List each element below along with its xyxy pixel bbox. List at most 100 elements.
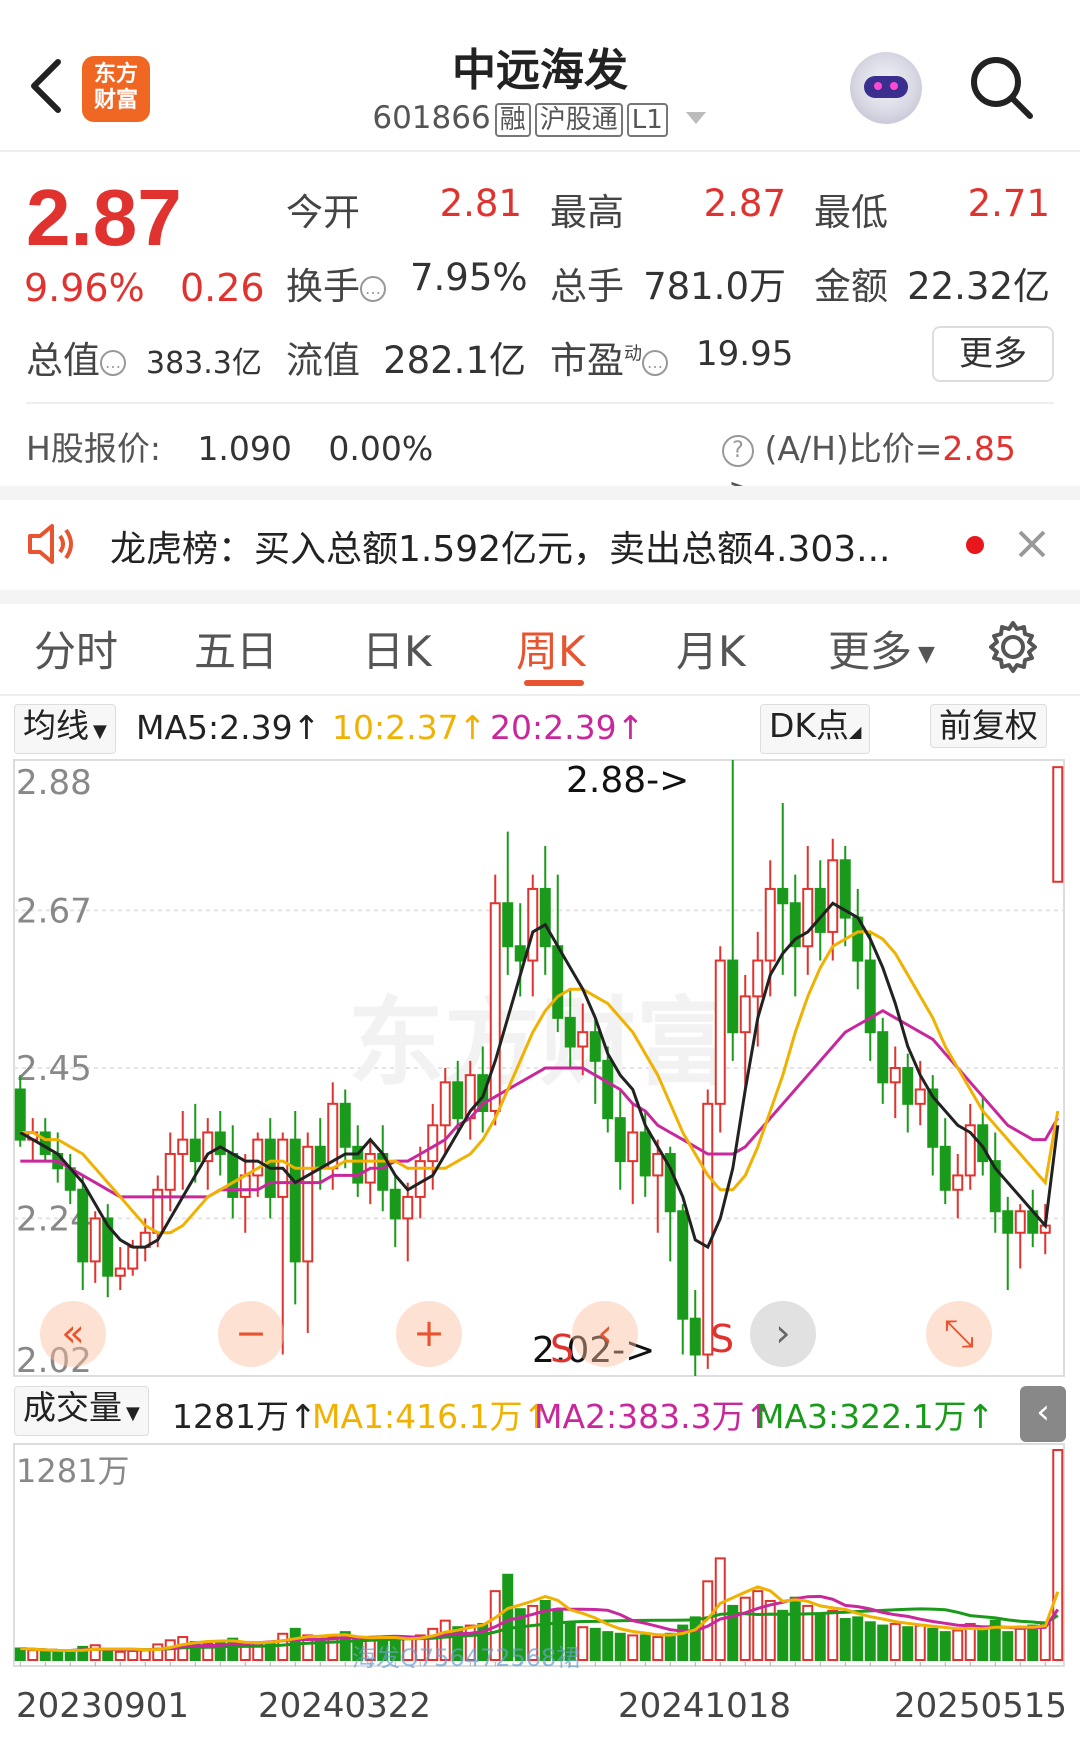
chevron-left-icon: ‹ [597, 1311, 613, 1355]
volume-indicator-selector[interactable]: 成交量 ▼ [14, 1386, 149, 1436]
tag-margin: 融 [494, 103, 531, 137]
dropdown-triangle-icon: ▼ [93, 721, 107, 742]
plus-icon: + [413, 1311, 445, 1355]
mktcap-value: 383.3亿 [146, 346, 262, 381]
volume-bar-up [627, 1634, 639, 1661]
candle-up [527, 887, 539, 962]
info-icon: … [360, 275, 386, 302]
candle-up [1052, 766, 1064, 883]
volume-bar-down [52, 1650, 64, 1662]
candle-up [914, 1088, 926, 1105]
pe-label[interactable]: 市盈动… [550, 330, 668, 384]
candlestick-chart[interactable]: 东方财富 2.882.672.452.242.02 2.88-> 2.02-> … [0, 756, 1080, 1380]
volume-chart[interactable]: 1281万 海发Q756472568裙 [0, 1442, 1080, 1668]
tab-intraday[interactable]: 分时 [34, 618, 118, 679]
tab-monthly-k[interactable]: 月K [676, 618, 746, 679]
volume-bar-up [1052, 1449, 1064, 1661]
float-value: 282.1亿 [383, 339, 526, 382]
robot-avatar-icon[interactable] [850, 52, 922, 124]
chevron-left-icon: ‹ [1036, 1392, 1050, 1432]
volume-bar-down [1027, 1624, 1039, 1662]
volume-bar-down [852, 1616, 864, 1661]
candle-up [827, 859, 839, 933]
chevron-right-icon: › [775, 1311, 791, 1355]
tab-more[interactable]: 更多 ▼ [828, 618, 935, 679]
search-icon [971, 57, 1033, 119]
volume-bar-up [127, 1649, 139, 1662]
candle-up [802, 887, 814, 948]
fullscreen-button[interactable]: ⤡ [926, 1301, 992, 1367]
gear-icon[interactable] [986, 620, 1040, 674]
scroll-right-button[interactable]: › [750, 1301, 816, 1367]
candle-down [677, 1210, 689, 1320]
zoom-in-button[interactable]: + [396, 1301, 462, 1367]
question-icon[interactable]: ? [722, 434, 754, 467]
scroll-left-button[interactable]: ‹ [572, 1301, 638, 1367]
candle-up [1014, 1210, 1026, 1234]
volume-bar-down [639, 1634, 651, 1661]
tab-five-day[interactable]: 五日 [194, 618, 278, 679]
scroll-left-fast-button[interactable]: « [40, 1301, 106, 1367]
volume-bar-up [764, 1599, 776, 1662]
candle-down [539, 887, 551, 948]
candle-up [402, 1195, 414, 1220]
volume-bar-down [977, 1627, 989, 1662]
change-percent: 9.96% [24, 266, 145, 310]
candle-down [514, 945, 526, 962]
amount-label: 金额 [814, 265, 888, 308]
pe-superscript: 动 [624, 343, 642, 365]
close-icon[interactable] [1014, 526, 1050, 562]
volume-legend-row: 成交量 ▼ 1281万↑ MA1:416.1万↑ MA2:383.3万↑ MA3:… [14, 1386, 1074, 1442]
candle-down [639, 1131, 651, 1177]
candle-down [877, 1031, 889, 1084]
low-value: 2.71 [967, 182, 1050, 225]
volume-label: 总手 [550, 265, 624, 308]
collapse-panel-button[interactable]: ‹ [1020, 1386, 1066, 1442]
dk-point-button[interactable]: DK点◢ [760, 704, 871, 754]
candle-up [714, 959, 726, 1105]
candle-up [739, 995, 751, 1034]
candle-down [777, 887, 789, 905]
candle-down [189, 1138, 201, 1163]
candle-down [814, 887, 826, 933]
volume-bars [14, 1449, 1064, 1662]
volume-bar-up [89, 1644, 101, 1661]
adjust-button[interactable]: 前复权 [930, 704, 1047, 748]
candle-up [627, 1131, 639, 1163]
stock-code-row[interactable]: 601866 融沪股通 L1 [0, 100, 1080, 137]
high-value: 2.87 [703, 182, 786, 225]
candle-down [689, 1317, 701, 1356]
double-chevron-left-icon: « [61, 1311, 85, 1355]
candle-down [502, 902, 514, 948]
tab-weekly-k[interactable]: 周K [516, 618, 586, 679]
volume-bar-down [614, 1632, 626, 1661]
volume-bar-down [814, 1613, 826, 1661]
volume-bar-down [102, 1649, 114, 1662]
volume-bar-up [152, 1643, 164, 1661]
vol-ma2-value: MA2:383.3万↑ [534, 1397, 773, 1436]
minus-icon: − [235, 1311, 267, 1355]
volume-value: 1281万↑ [172, 1397, 317, 1436]
notice-bar[interactable]: 龙虎榜：买入总额1.592亿元，卖出总额4.303... [0, 500, 1080, 590]
mktcap-label[interactable]: 总值… [26, 330, 126, 384]
ma5-value: MA5:2.39↑ [136, 708, 321, 747]
stock-code: 601866 [372, 100, 491, 136]
expand-icon: ⤡ [943, 1311, 975, 1355]
volume-bar-up [139, 1649, 151, 1662]
turnover-label[interactable]: 换手… [286, 256, 386, 310]
volume-bar-down [589, 1627, 601, 1662]
search-button[interactable] [966, 52, 1038, 124]
indicator-selector[interactable]: 均线 ▼ [14, 704, 116, 754]
candle-down [564, 1016, 576, 1048]
candle-up [752, 959, 764, 998]
volume-bar-down [927, 1627, 939, 1662]
h-share-price: 1.090 [197, 429, 292, 468]
tab-daily-k[interactable]: 日K [362, 618, 432, 679]
candle-up [489, 902, 501, 1112]
more-quote-button[interactable]: 更多 [932, 326, 1054, 382]
candle-up [114, 1267, 126, 1277]
zoom-out-button[interactable]: − [218, 1301, 284, 1367]
sell-signal: S [550, 1327, 574, 1371]
h-share-row[interactable]: H股报价: 1.090 0.00% ? (A/H)比价=2.85 > [26, 422, 1054, 509]
date-label: 20230901 [16, 1686, 190, 1726]
